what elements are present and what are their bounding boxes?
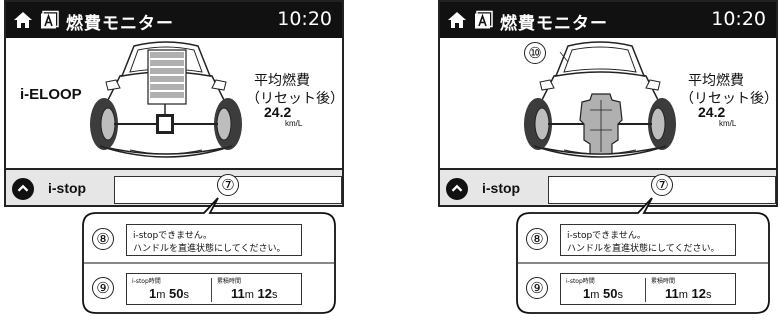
avg-fuel-title: 平均燃費 xyxy=(254,73,310,89)
title-bar: 燃費モニター 10:20 xyxy=(6,2,342,38)
clock: 10:20 xyxy=(277,8,332,30)
avg-fuel-unit: km/L xyxy=(285,119,303,128)
callout-10: ⑩ xyxy=(524,42,546,64)
callout-7: ⑦ xyxy=(651,174,673,196)
clock: 10:20 xyxy=(711,8,766,30)
istop-time-label: i-stop時間 xyxy=(132,278,161,285)
home-icon[interactable] xyxy=(446,9,468,31)
apps-icon[interactable] xyxy=(474,10,494,30)
bottom-bar: i-stop xyxy=(6,168,342,205)
total-time-value: 11m 12s xyxy=(665,286,712,301)
avg-fuel-unit: km/L xyxy=(719,119,737,128)
page-title: 燃費モニター xyxy=(500,14,608,34)
total-time-label: 累積時間 xyxy=(651,278,676,285)
istop-message-box: i-stopできません。 ハンドルを直進状態にしてください。 xyxy=(560,224,736,256)
avg-fuel-title: 平均燃費 xyxy=(688,73,744,89)
message-line-1: i-stopできません。 xyxy=(133,231,212,241)
car-eloop-illustration xyxy=(90,41,242,158)
time-separator xyxy=(645,278,646,302)
message-line-1: i-stopできません。 xyxy=(567,231,646,241)
istop-label: i-stop xyxy=(482,180,521,196)
bottom-bar: i-stop xyxy=(440,168,776,205)
avg-fuel-subtitle: （リセット後） xyxy=(246,91,344,107)
home-icon[interactable] xyxy=(12,9,34,31)
fuel-monitor-panel-eloop: 燃費モニター 10:20 i-ELOOP 平均燃費 （リセット後） 24.2 k… xyxy=(4,0,350,322)
callout-8: ⑧ xyxy=(526,228,548,250)
istop-time-box: i-stop時間 1m 50s 累積時間 11m 12s xyxy=(126,273,302,305)
istop-time-box: i-stop時間 1m 50s 累積時間 11m 12s xyxy=(560,273,736,305)
eloop-label: i-ELOOP xyxy=(20,86,82,103)
total-time-value: 11m 12s xyxy=(231,286,278,301)
message-line-2: ハンドルを直進状態にしてください。 xyxy=(567,244,720,254)
istop-message-box: i-stopできません。 ハンドルを直進状態にしてください。 xyxy=(126,224,302,256)
page-title: 燃費モニター xyxy=(66,14,174,34)
message-line-2: ハンドルを直進状態にしてください。 xyxy=(133,244,286,254)
avg-fuel-subtitle: （リセット後） xyxy=(680,91,778,107)
callout-9: ⑨ xyxy=(92,277,114,299)
istop-time-label: i-stop時間 xyxy=(566,278,595,285)
avg-fuel-value: 24.2 xyxy=(698,104,726,120)
fuel-monitor-screen: 燃費モニター 10:20 ⑩ 平均燃費 （リセット後） 24.2 km/L i-… xyxy=(438,0,778,207)
chevron-up-icon[interactable] xyxy=(12,178,34,200)
chevron-up-icon[interactable] xyxy=(446,178,468,200)
istop-time-value: 1m 50s xyxy=(149,286,189,301)
fuel-monitor-panel-engine: 燃費モニター 10:20 ⑩ 平均燃費 （リセット後） 24.2 km/L i-… xyxy=(438,0,778,322)
total-time-label: 累積時間 xyxy=(217,278,242,285)
title-bar: 燃費モニター 10:20 xyxy=(440,2,776,38)
avg-fuel-value: 24.2 xyxy=(264,104,292,120)
istop-time-value: 1m 50s xyxy=(583,286,623,301)
apps-icon[interactable] xyxy=(40,10,60,30)
istop-label: i-stop xyxy=(48,180,87,196)
callout-9: ⑨ xyxy=(526,277,548,299)
callout-8: ⑧ xyxy=(92,228,114,250)
time-separator xyxy=(211,278,212,302)
fuel-monitor-screen: 燃費モニター 10:20 i-ELOOP 平均燃費 （リセット後） 24.2 k… xyxy=(4,0,344,207)
callout-7: ⑦ xyxy=(217,174,239,196)
